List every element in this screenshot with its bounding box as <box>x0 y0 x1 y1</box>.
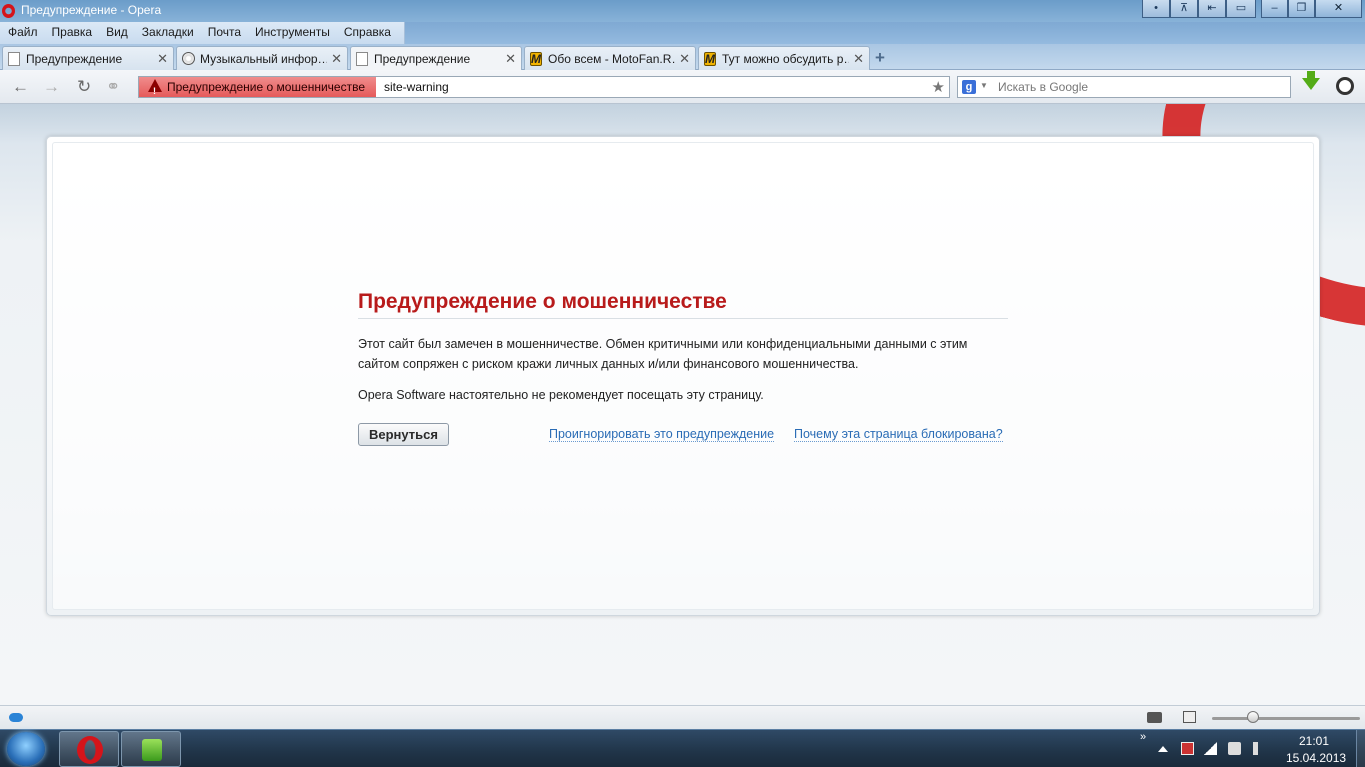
tab-music[interactable]: Музыкальный инфор… ✕ <box>176 46 348 70</box>
tab-close-icon[interactable]: ✕ <box>157 51 168 67</box>
start-button[interactable] <box>7 732 45 766</box>
fraud-warning-badge[interactable]: Предупреждение о мошенничестве <box>139 77 376 101</box>
page-icon <box>356 52 368 66</box>
menu-view[interactable]: Вид <box>99 22 135 44</box>
google-icon[interactable]: g <box>962 80 976 94</box>
ignore-warning-link[interactable]: Проигнорировать это предупреждение <box>549 427 775 442</box>
tab-label: Предупреждение <box>374 52 471 66</box>
opera-logo-icon <box>2 4 15 18</box>
title-divider <box>358 318 1008 319</box>
address-field[interactable]: Предупреждение о мошенничестве site-warn… <box>138 76 950 101</box>
taskbar-app-button[interactable] <box>121 731 181 767</box>
forward-arrow-icon[interactable]: → <box>43 78 60 95</box>
panel-toggle-icon[interactable] <box>1147 712 1162 723</box>
fraud-badge-label: Предупреждение о мошенничестве <box>167 80 365 94</box>
power-icon[interactable] <box>1228 742 1241 755</box>
tab-warning-active[interactable]: Предупреждение ✕ <box>350 46 522 71</box>
go-back-button[interactable]: Вернуться <box>358 423 449 446</box>
close-window-button[interactable]: ✕ <box>1315 0 1362 18</box>
tab-close-icon[interactable]: ✕ <box>505 51 516 67</box>
show-hidden-icons-icon[interactable] <box>1158 746 1168 752</box>
warning-card <box>46 136 1320 616</box>
menu-bar-background <box>405 22 1365 44</box>
network-signal-icon[interactable] <box>1204 742 1217 755</box>
tab-motofan-forum[interactable]: M Тут можно обсудить р… ✕ <box>698 46 870 70</box>
menu-tools[interactable]: Инструменты <box>248 22 337 44</box>
search-field[interactable]: g ▼ Искать в Google <box>957 76 1291 98</box>
motofan-icon: M <box>704 52 716 66</box>
download-icon[interactable] <box>1302 71 1320 90</box>
tray-expand-icon[interactable]: » <box>1140 731 1146 743</box>
search-placeholder[interactable]: Искать в Google <box>998 80 1088 94</box>
back-arrow-icon[interactable]: ← <box>12 78 29 95</box>
tab-warning-1[interactable]: Предупреждение ✕ <box>2 46 174 70</box>
menu-bookmarks[interactable]: Закладки <box>135 22 201 44</box>
clock-date[interactable]: 15.04.2013 <box>1286 751 1346 765</box>
opera-logo-icon <box>77 736 103 764</box>
window-extra-button-3[interactable]: ⇤ <box>1198 0 1226 18</box>
tab-label: Музыкальный инфор… <box>200 52 327 66</box>
warning-description: Этот сайт был замечен в мошенничестве. О… <box>358 337 968 371</box>
window-extra-button-2[interactable]: ⊼ <box>1170 0 1198 18</box>
reload-icon[interactable]: ↻ <box>77 78 91 95</box>
window-title: Предупреждение - Opera <box>21 3 162 17</box>
tab-bar: Предупреждение ✕ Музыкальный инфор… ✕ Пр… <box>0 44 1365 71</box>
opera-menu-icon[interactable] <box>1336 77 1354 95</box>
url-text[interactable]: site-warning <box>384 80 449 94</box>
zoom-slider[interactable] <box>1212 717 1360 720</box>
warning-recommendation: Opera Software настоятельно не рекоменду… <box>358 388 764 402</box>
clock-time[interactable]: 21:01 <box>1299 734 1329 748</box>
action-center-icon[interactable] <box>1181 742 1194 755</box>
warning-triangle-icon <box>148 79 162 101</box>
warning-card-inner <box>52 142 1314 610</box>
page-content: Предупреждение о мошенничестве Этот сайт… <box>0 104 1365 705</box>
key-icon[interactable]: ⚭ <box>106 78 120 95</box>
menu-bar: Файл Правка Вид Закладки Почта Инструменты Спр… <box>0 22 405 44</box>
tab-motofan[interactable]: M Обо всем - MotoFan.R… ✕ <box>524 46 696 70</box>
menu-mail[interactable]: Почта <box>201 22 248 44</box>
window-extra-button-4[interactable]: ▭ <box>1226 0 1256 18</box>
show-desktop-button[interactable] <box>1356 730 1365 767</box>
chevron-down-icon[interactable]: ▼ <box>980 81 988 90</box>
taskbar-opera-button[interactable] <box>59 731 119 767</box>
menu-file[interactable]: Файл <box>0 22 45 44</box>
tab-close-icon[interactable]: ✕ <box>679 51 690 67</box>
window-extra-button-1[interactable]: • <box>1142 0 1170 18</box>
tab-label: Тут можно обсудить р… <box>722 52 849 66</box>
page-icon <box>8 52 20 66</box>
tab-close-icon[interactable]: ✕ <box>853 51 864 67</box>
disc-icon <box>182 52 195 65</box>
image-toggle-icon[interactable] <box>1183 711 1196 723</box>
new-tab-button[interactable]: + <box>875 48 885 68</box>
why-blocked-link[interactable]: Почему эта страница блокирована? <box>794 427 1003 442</box>
app-icon <box>142 739 162 761</box>
minimize-button[interactable]: – <box>1261 0 1288 18</box>
bookmark-star-icon[interactable]: ★ <box>932 78 945 96</box>
motofan-icon: M <box>530 52 542 66</box>
windows-taskbar: » 21:01 15.04.2013 <box>0 729 1365 767</box>
status-bar <box>0 705 1365 729</box>
zoom-slider-handle[interactable] <box>1247 711 1259 723</box>
volume-icon[interactable] <box>1253 742 1266 755</box>
address-toolbar: ← → ↻ ⚭ Предупреждение о мошенничестве s… <box>0 70 1365 104</box>
tab-label: Предупреждение <box>26 52 123 66</box>
tab-label: Обо всем - MotoFan.R… <box>548 52 675 66</box>
menu-edit[interactable]: Правка <box>45 22 100 44</box>
opera-unite-cloud-icon[interactable] <box>9 713 23 722</box>
tab-close-icon[interactable]: ✕ <box>331 51 342 67</box>
menu-help[interactable]: Справка <box>337 22 398 44</box>
restore-button[interactable]: ❐ <box>1288 0 1315 18</box>
window-title-bar: Предупреждение - Opera • ⊼ ⇤ ▭ – ❐ ✕ <box>0 0 1365 22</box>
page-title: Предупреждение о мошенничестве <box>358 290 727 313</box>
